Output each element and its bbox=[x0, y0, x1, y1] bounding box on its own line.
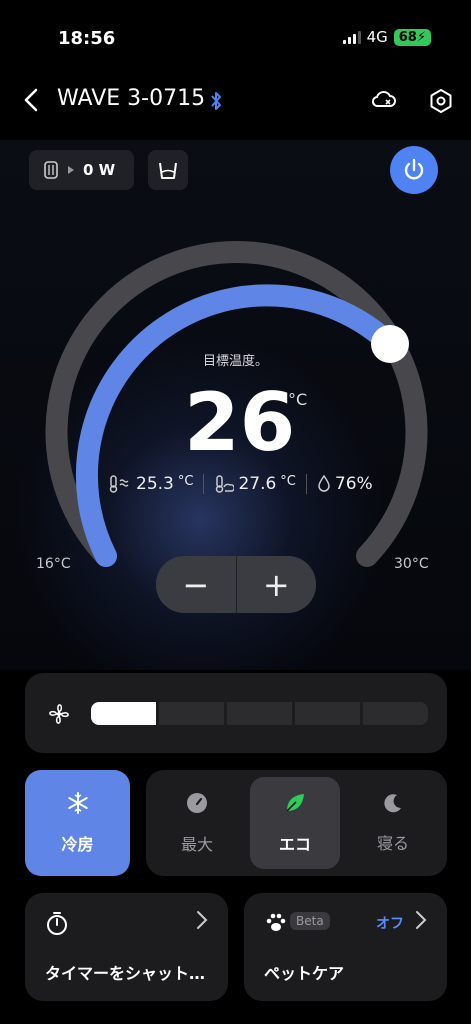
fan-icon bbox=[49, 704, 69, 724]
mode-eco-label: エコ bbox=[278, 835, 311, 854]
mode-sleep-label: 寝る bbox=[376, 834, 409, 853]
timer-title: タイマーをシャットダウン bbox=[45, 964, 215, 983]
fan-level-4[interactable] bbox=[295, 702, 360, 725]
target-temperature: 26 bbox=[184, 376, 296, 469]
outdoor-unit: °C bbox=[280, 473, 296, 489]
humidity-drop-icon bbox=[318, 475, 330, 492]
chevron-right-icon bbox=[416, 911, 427, 929]
leaf-icon bbox=[286, 794, 304, 812]
divider bbox=[305, 474, 307, 494]
mode-cool-label: 冷房 bbox=[61, 835, 94, 854]
paw-icon bbox=[266, 913, 286, 931]
humidity-reading: 76% bbox=[317, 474, 373, 494]
fan-speed-slider[interactable] bbox=[91, 702, 428, 725]
moon-icon bbox=[384, 794, 401, 813]
outdoor-thermometer-icon bbox=[216, 475, 235, 493]
increase-button[interactable]: + bbox=[237, 556, 317, 613]
pet-care-status: オフ bbox=[376, 916, 404, 932]
fan-level-1[interactable] bbox=[91, 702, 156, 725]
fan-level-3[interactable] bbox=[227, 702, 292, 725]
pet-care-card[interactable]: Beta オフ ペットケア bbox=[244, 893, 447, 1001]
target-unit: °C bbox=[288, 390, 308, 409]
fan-level-2[interactable] bbox=[159, 702, 224, 725]
mode-cool-button[interactable]: 冷房 bbox=[25, 770, 130, 876]
mode-max-button[interactable]: 最大 bbox=[152, 777, 242, 869]
divider bbox=[203, 474, 205, 494]
pet-care-title: ペットケア bbox=[264, 964, 345, 983]
fan-speed-card bbox=[25, 673, 447, 753]
beta-badge: Beta bbox=[290, 912, 330, 930]
target-label: 目標温度。 bbox=[202, 354, 268, 369]
snowflake-icon bbox=[67, 792, 88, 814]
thermometer-icon bbox=[109, 475, 129, 493]
sensor-readings: 25.3 °C 27.6 °C 76% bbox=[108, 474, 373, 494]
indoor-temp-reading: 25.3 °C bbox=[108, 474, 193, 494]
decrease-button[interactable]: − bbox=[156, 556, 236, 613]
indoor-temp: 25.3 bbox=[136, 474, 174, 494]
mode-eco-button[interactable]: エコ bbox=[250, 777, 340, 869]
mode-max-label: 最大 bbox=[180, 835, 213, 854]
temperature-stepper: − + bbox=[156, 556, 316, 613]
outdoor-temp: 27.6 bbox=[238, 474, 277, 494]
chevron-right-icon bbox=[197, 911, 208, 929]
humidity: 76% bbox=[334, 474, 373, 494]
speedometer-icon bbox=[187, 793, 207, 813]
range-max-label: 30°C bbox=[394, 556, 429, 572]
outdoor-temp-reading: 27.6 °C bbox=[214, 473, 296, 494]
stopwatch-icon bbox=[47, 912, 67, 935]
mode-sleep-button[interactable]: 寝る bbox=[348, 777, 438, 869]
range-min-label: 16°C bbox=[36, 556, 71, 572]
timer-card[interactable]: タイマーをシャットダウン bbox=[25, 893, 228, 1001]
mode-options: 最大 エコ 寝る bbox=[146, 770, 447, 876]
indoor-unit: °C bbox=[177, 473, 194, 489]
fan-level-5[interactable] bbox=[363, 702, 428, 725]
